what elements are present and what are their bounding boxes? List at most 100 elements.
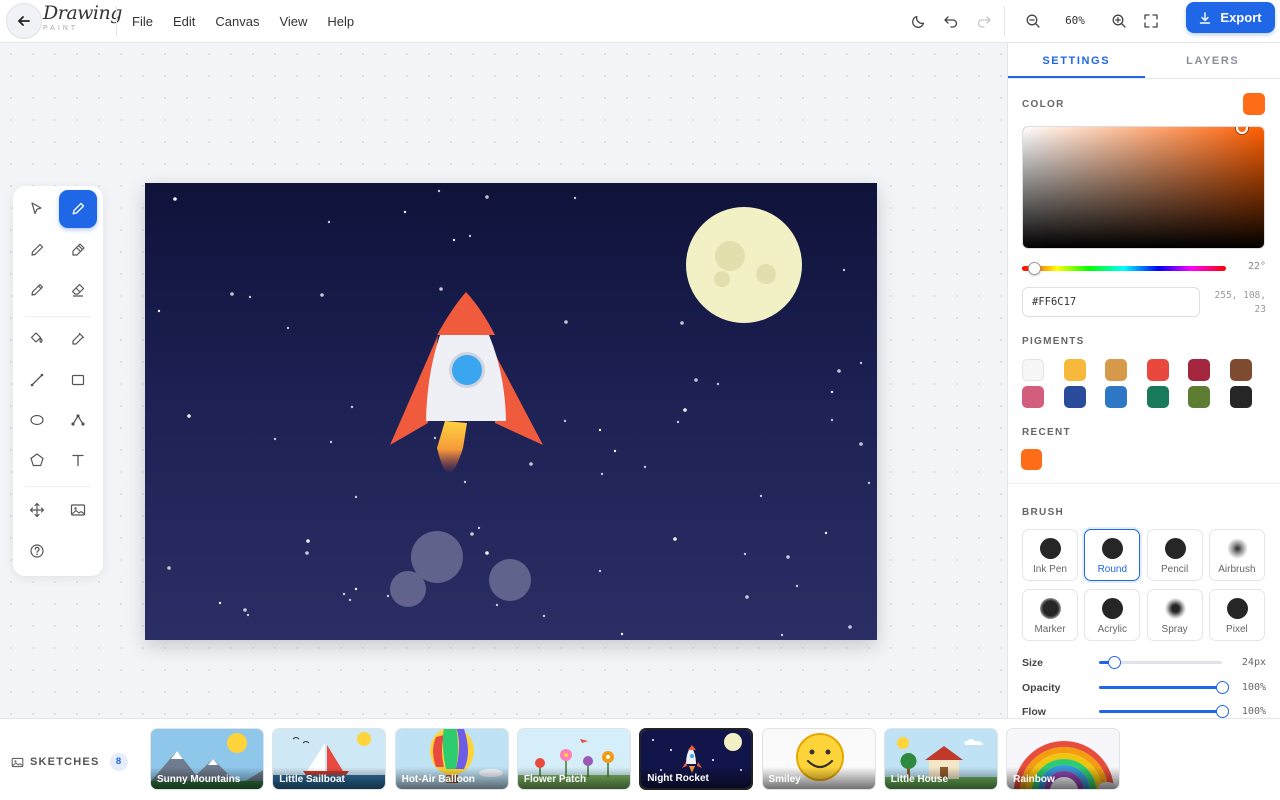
flow-slider[interactable]: [1099, 705, 1229, 718]
star: [305, 551, 309, 555]
zoom-out-button[interactable]: [1020, 8, 1046, 34]
undo-button[interactable]: [938, 8, 964, 34]
star: [342, 592, 346, 596]
brush-pixel[interactable]: Pixel: [1208, 589, 1265, 641]
hue-value: 22°: [1247, 261, 1266, 272]
pigment-swatch[interactable]: [1230, 359, 1252, 381]
star: [795, 584, 799, 588]
text-tool[interactable]: [59, 441, 97, 479]
marker-tool[interactable]: [59, 231, 97, 269]
size-value: 24px: [1241, 657, 1266, 668]
eyedropper-tool[interactable]: [59, 320, 97, 358]
redo-icon: [977, 16, 991, 28]
redo-button[interactable]: [971, 8, 997, 34]
sketches-bar: SKETCHES 8 Sunny Mountains Little Sailboa…: [0, 718, 1280, 800]
brush-marker[interactable]: Marker: [1022, 589, 1078, 641]
pen-tool[interactable]: [18, 271, 56, 309]
brush-tool[interactable]: [59, 190, 97, 228]
bezier-tool[interactable]: [59, 401, 97, 439]
dark-mode-button[interactable]: [906, 8, 932, 34]
panel-tabs: SETTINGS LAYERS: [1008, 43, 1280, 79]
sketch-thumbnail-rainbow[interactable]: Rainbow: [1006, 728, 1121, 790]
eraser-icon: [71, 283, 85, 297]
sketch-thumbnail-smiley[interactable]: Smiley: [761, 728, 876, 790]
brush-round[interactable]: Round: [1084, 529, 1141, 581]
opacity-slider-fill: [1099, 685, 1222, 689]
opacity-slider[interactable]: [1099, 680, 1229, 694]
brush-airbrush[interactable]: Airbrush: [1208, 529, 1265, 581]
drawing-canvas[interactable]: [145, 183, 877, 640]
moon: [686, 207, 802, 323]
opacity-value: 100%: [1241, 681, 1266, 693]
star: [743, 552, 747, 556]
tool-palette: [13, 186, 103, 576]
star: [683, 408, 687, 412]
fullscreen-button[interactable]: [1138, 8, 1164, 34]
menu-file[interactable]: File: [122, 8, 163, 36]
hex-color-input[interactable]: [1022, 287, 1200, 317]
pigment-swatch[interactable]: [1146, 386, 1169, 408]
fill-tool[interactable]: [18, 320, 56, 358]
sketch-thumbnail-rocket[interactable]: Night Rocket: [639, 728, 754, 790]
text-icon: [72, 454, 84, 467]
eraser-tool[interactable]: [59, 271, 97, 309]
size-slider-thumb[interactable]: [1107, 656, 1121, 669]
sketch-thumbnail-balloon[interactable]: Hot-Air Balloon: [394, 728, 509, 790]
sketch-thumbnail-mountains[interactable]: Sunny Mountains: [150, 728, 264, 790]
help-tool[interactable]: [18, 532, 56, 570]
star: [485, 195, 489, 199]
brush-preview-icon: [1226, 598, 1248, 619]
pigment-swatch[interactable]: [1188, 359, 1211, 381]
divider: [116, 6, 117, 36]
polygon-tool[interactable]: [18, 441, 56, 479]
current-color-swatch[interactable]: [1243, 93, 1265, 115]
zoom-level[interactable]: 60%: [1058, 8, 1092, 34]
star: [573, 196, 577, 200]
pen-icon: [31, 283, 44, 296]
brush-spray[interactable]: Spray: [1146, 589, 1203, 641]
sketch-title: Smiley: [762, 767, 875, 789]
menu-view[interactable]: View: [269, 8, 317, 36]
bezier-icon: [71, 414, 85, 426]
sketch-thumbnail-sailboat[interactable]: Little Sailboat: [272, 728, 387, 790]
size-slider[interactable]: [1099, 656, 1222, 669]
image-icon: [70, 504, 86, 516]
hue-slider[interactable]: [1022, 262, 1226, 275]
line-tool[interactable]: [18, 361, 56, 399]
zoom-in-button[interactable]: [1106, 8, 1132, 34]
sketch-thumbnail-flowers[interactable]: Flower Patch: [516, 728, 631, 790]
pigment-swatch[interactable]: [1105, 386, 1128, 408]
menu-edit[interactable]: Edit: [163, 8, 205, 36]
star: [676, 420, 680, 424]
tab-settings[interactable]: SETTINGS: [1008, 43, 1145, 78]
saturation-value-picker[interactable]: [1022, 126, 1265, 249]
brush-label: Ink Pen: [1033, 564, 1067, 575]
brush-ink-pen[interactable]: Ink Pen: [1022, 529, 1078, 581]
brush-preview-icon: [1040, 598, 1061, 619]
star: [598, 428, 602, 432]
menu-help[interactable]: Help: [317, 8, 364, 36]
export-button[interactable]: Export: [1186, 2, 1275, 33]
menu-canvas[interactable]: Canvas: [205, 8, 269, 36]
pencil-tool[interactable]: [18, 231, 56, 269]
pigment-swatch[interactable]: [1146, 359, 1169, 381]
brush-pencil[interactable]: Pencil: [1146, 529, 1203, 581]
rectangle-tool[interactable]: [59, 361, 97, 399]
pigment-swatch[interactable]: [1063, 359, 1086, 381]
image-tool[interactable]: [59, 491, 97, 529]
pigment-swatch[interactable]: [1105, 359, 1128, 381]
back-button[interactable]: [6, 3, 42, 39]
ellipse-tool[interactable]: [18, 401, 56, 439]
move-tool[interactable]: [18, 491, 56, 529]
pigment-swatch[interactable]: [1063, 386, 1086, 408]
pigment-swatch[interactable]: [1230, 386, 1252, 408]
select-tool[interactable]: [18, 190, 56, 228]
recent-swatch[interactable]: [1021, 449, 1042, 470]
hue-slider-thumb[interactable]: [1028, 262, 1042, 275]
tab-layers[interactable]: LAYERS: [1145, 43, 1280, 78]
pigment-swatch[interactable]: [1022, 359, 1044, 381]
pigment-swatch[interactable]: [1022, 386, 1044, 408]
brush-acrylic[interactable]: Acrylic: [1084, 589, 1141, 641]
pigment-swatch[interactable]: [1188, 386, 1211, 408]
sketch-thumbnail-house[interactable]: Little House: [883, 728, 998, 790]
